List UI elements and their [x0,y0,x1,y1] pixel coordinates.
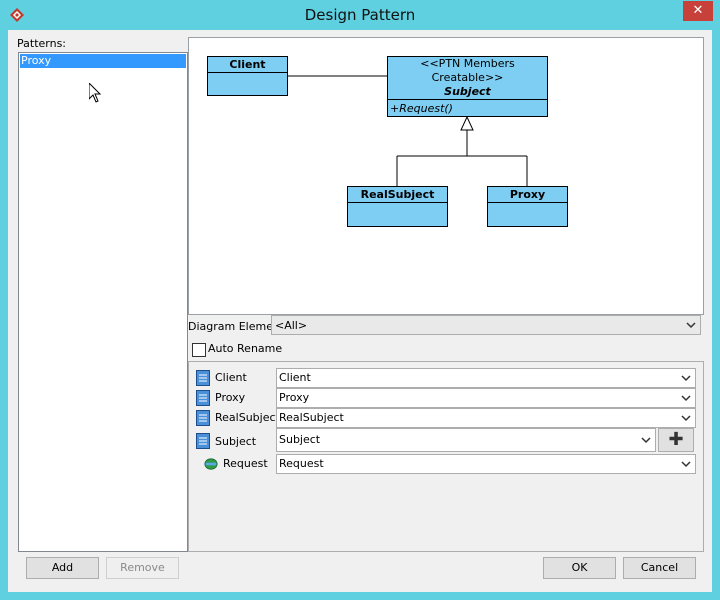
diagram-element-select[interactable]: <All> [271,315,701,335]
chevron-down-icon [681,395,691,402]
member-label-client: Client [215,371,247,384]
member-select-realsubject[interactable]: RealSubject [276,408,696,428]
cancel-button[interactable]: Cancel [623,557,696,579]
proxy-class-name: Proxy [488,187,567,203]
close-button[interactable]: ✕ [683,1,713,21]
subject-operation: +Request() [388,99,547,118]
class-icon [196,390,210,406]
subject-class[interactable]: <<PTN Members Creatable>> Subject +Reque… [387,56,548,117]
chevron-down-icon [681,461,691,468]
patterns-list[interactable]: Proxy [18,52,188,552]
class-icon [196,433,210,449]
member-select-request[interactable]: Request [276,454,696,474]
pattern-item-label: Proxy [21,54,52,67]
member-row-proxy: Proxy Proxy [189,388,703,408]
chevron-down-icon [686,322,696,329]
member-select-value: Client [279,371,311,384]
member-select-value: Request [279,457,324,470]
member-label-subject: Subject [215,435,257,448]
chevron-down-icon [681,375,691,382]
member-row-client: Client Client [189,368,703,388]
subject-class-name: Subject [444,85,491,98]
remove-button[interactable]: Remove [106,557,179,579]
member-label-proxy: Proxy [215,391,246,404]
chevron-down-icon [681,415,691,422]
member-label-request: Request [223,457,268,470]
members-panel: Client Client Proxy Proxy RealSubject Re… [188,361,704,552]
design-pattern-window: Design Pattern ✕ Patterns: Proxy Client [0,0,720,600]
generalization-arrowhead [460,115,474,131]
member-label-realsubject: RealSubject [215,411,280,424]
window-title: Design Pattern [304,6,416,24]
class-icon [196,370,210,386]
patterns-label: Patterns: [17,37,67,50]
mouse-pointer-icon [89,83,101,103]
auto-rename-checkbox[interactable] [192,343,206,357]
diagram-element-label: Diagram Element [188,320,285,333]
member-select-subject[interactable]: Subject [276,428,656,452]
client-class[interactable]: Client [207,56,288,96]
realsubject-class[interactable]: RealSubject [347,186,448,227]
add-subject-button[interactable]: ✚ [658,428,694,452]
add-button[interactable]: Add [26,557,99,579]
member-select-value: Proxy [279,391,310,404]
class-icon [196,410,210,426]
pattern-item-proxy[interactable]: Proxy [20,54,186,68]
realsubject-class-name: RealSubject [348,187,447,203]
member-row-realsubject: RealSubject RealSubject [189,408,703,428]
diagram-canvas[interactable]: Client <<PTN Members Creatable>> Subject… [188,37,704,315]
subject-stereotype: <<PTN Members Creatable>> [420,57,515,84]
auto-rename-label: Auto Rename [208,342,283,355]
dialog-body: Patterns: Proxy Client <<PTN Members Cre… [8,30,712,592]
proxy-class[interactable]: Proxy [487,186,568,227]
ok-button[interactable]: OK [543,557,616,579]
operation-icon [204,458,218,470]
member-select-value: Subject [279,433,321,446]
client-class-name: Client [208,57,287,73]
member-select-value: RealSubject [279,411,344,424]
chevron-down-icon [641,437,651,444]
diagram-element-value: <All> [275,319,308,332]
member-select-proxy[interactable]: Proxy [276,388,696,408]
member-select-client[interactable]: Client [276,368,696,388]
title-bar: Design Pattern ✕ [0,0,720,30]
member-row-request: Request Request [189,454,703,474]
member-row-subject: Subject Subject ✚ [189,428,703,452]
